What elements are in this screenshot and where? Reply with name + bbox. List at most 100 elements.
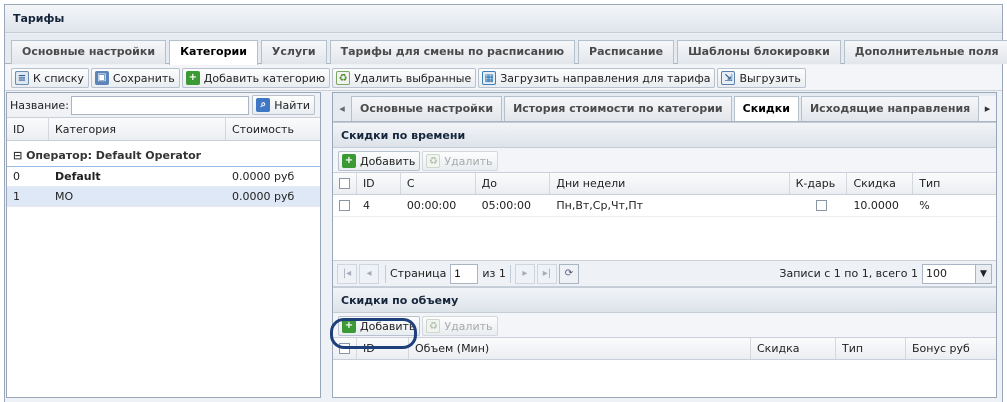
- tab-block-templates[interactable]: Шаблоны блокировки: [677, 40, 841, 64]
- table-row[interactable]: 0 Default 0.0000 руб: [7, 167, 320, 187]
- main-tabbar: Основные настройки Категории Услуги Тарифы …: [5, 34, 1007, 65]
- volume-discounts-header: ID Объем (Мин) Скидка Тип Бонус руб: [333, 338, 996, 360]
- cell-to: 05:00:00: [481, 199, 531, 212]
- time-discounts-header: ID С До Дни недели К-дарь Скидка Тип: [333, 173, 996, 195]
- cell-id: 4: [362, 199, 370, 212]
- plus-icon: +: [185, 71, 200, 85]
- tab-categories[interactable]: Категории: [169, 40, 258, 65]
- column-header-discount[interactable]: Скидка: [847, 173, 914, 194]
- column-header-type[interactable]: Тип: [836, 338, 906, 359]
- tab-services[interactable]: Услуги: [260, 40, 327, 64]
- tab-cost-history[interactable]: История стоимости по категории: [504, 96, 732, 121]
- column-header-discount[interactable]: Скидка: [751, 338, 836, 359]
- back-to-list-button[interactable]: ≡ К списку: [11, 68, 89, 88]
- window-title: Тарифы: [5, 5, 1002, 33]
- refresh-icon[interactable]: ⟳: [558, 263, 579, 284]
- page-size-select[interactable]: 100 ▼: [922, 263, 992, 284]
- detail-tabbar: ◂ Основные настройки История стоимости по …: [333, 93, 996, 122]
- column-header-from[interactable]: С: [401, 173, 476, 194]
- load-directions-button[interactable]: ▦ Загрузить направления для тарифа: [478, 68, 716, 88]
- tab-extra-fields[interactable]: Дополнительные поля: [843, 40, 1007, 64]
- recycle-icon: ♻: [426, 319, 441, 333]
- category-grid-header: ID Категория Стоимость: [7, 118, 320, 141]
- last-page-icon[interactable]: ▸|: [536, 263, 557, 284]
- page-number-input[interactable]: [450, 263, 479, 284]
- search-icon: ⌕: [256, 98, 271, 112]
- page-label: Страница: [390, 267, 447, 280]
- search-input[interactable]: [70, 95, 250, 115]
- save-icon: ▣: [94, 71, 109, 85]
- column-header-cost[interactable]: Стоимость: [226, 118, 320, 140]
- volume-discounts-title: Скидки по объему: [333, 287, 996, 313]
- select-all-checkbox[interactable]: [333, 173, 357, 194]
- table-row[interactable]: 1 МО 0.0000 руб: [7, 187, 320, 207]
- column-header-weekdays[interactable]: Дни недели: [550, 173, 790, 194]
- calendar-checkbox[interactable]: [790, 195, 848, 216]
- chevron-down-icon[interactable]: ▼: [975, 264, 991, 283]
- time-discounts-empty-area: [333, 217, 996, 260]
- find-button[interactable]: ⌕ Найти: [252, 95, 315, 115]
- first-page-icon[interactable]: |◂: [337, 263, 357, 284]
- page-count-label: из 1: [482, 267, 506, 280]
- load-directions-label: Загрузить направления для тарифа: [500, 71, 711, 85]
- cell-weekdays: Пн,Вт,Ср,Чт,Пт: [556, 199, 644, 212]
- page-size-value: 100: [926, 267, 947, 280]
- recycle-icon: ♻: [426, 154, 441, 168]
- tab-detail-basic[interactable]: Основные настройки: [351, 96, 503, 121]
- column-header-bonus[interactable]: Бонус руб: [906, 338, 996, 359]
- tab-discounts[interactable]: Скидки: [733, 96, 799, 121]
- operator-group-header[interactable]: ⊟ Оператор: Default Operator: [7, 141, 320, 167]
- tab-scroll-right-icon[interactable]: ▸: [978, 96, 996, 121]
- recycle-icon: ♻: [336, 71, 351, 85]
- tab-schedule[interactable]: Расписание: [578, 40, 675, 64]
- table-icon: ▦: [482, 71, 497, 85]
- group-label: Оператор: Default Operator: [26, 149, 202, 162]
- collapse-icon[interactable]: ⊟: [13, 149, 22, 162]
- pager-separator: [509, 264, 511, 283]
- delete-selected-button[interactable]: ♻ Удалить выбранные: [332, 68, 477, 88]
- column-header-category[interactable]: Категория: [49, 118, 226, 140]
- cell-type: %: [919, 199, 930, 212]
- cell-discount: 10.0000: [853, 199, 899, 212]
- volume-discounts-toolbar: + Добавить ♻ Удалить: [333, 313, 996, 338]
- column-header-volume[interactable]: Объем (Мин): [409, 338, 751, 359]
- save-button[interactable]: ▣ Сохранить: [90, 68, 180, 88]
- next-page-icon[interactable]: ▸: [514, 263, 535, 284]
- column-header-type[interactable]: Тип: [913, 173, 996, 194]
- prev-page-icon[interactable]: ◂: [359, 263, 379, 284]
- cell-cost: 0.0000 руб: [232, 170, 295, 183]
- back-to-list-label: К списку: [33, 71, 84, 85]
- delete-label: Удалить: [444, 154, 493, 168]
- column-header-to[interactable]: До: [476, 173, 551, 194]
- pager-separator: [385, 264, 386, 283]
- delete-selected-label: Удалить выбранные: [354, 71, 472, 85]
- category-list-panel: Название: ⌕ Найти ID Категория Стоимость …: [6, 92, 321, 398]
- export-button[interactable]: ⇲ Выгрузить: [717, 68, 806, 88]
- add-button-highlight: [330, 318, 417, 349]
- table-row[interactable]: 4 00:00:00 05:00:00 Пн,Вт,Ср,Чт,Пт 10.00…: [333, 195, 996, 217]
- time-discounts-pager: |◂ ◂ Страница из 1 ▸ ▸| ⟳ Записи с 1 по …: [333, 260, 996, 287]
- tab-schedule-tariffs[interactable]: Тарифы для смены по расписанию: [329, 40, 576, 64]
- time-discounts-toolbar: + Добавить ♻ Удалить: [333, 148, 996, 173]
- cell-id: 1: [13, 190, 20, 203]
- delete-time-discount-button[interactable]: ♻ Удалить: [422, 151, 498, 171]
- row-checkbox[interactable]: [333, 195, 357, 216]
- delete-volume-discount-button[interactable]: ♻ Удалить: [422, 316, 498, 336]
- add-time-discount-button[interactable]: + Добавить: [338, 151, 421, 171]
- column-header-id[interactable]: ID: [357, 173, 401, 194]
- list-icon: ≡: [15, 71, 29, 85]
- add-category-button[interactable]: + Добавить категорию: [181, 68, 331, 88]
- column-header-calendar[interactable]: К-дарь: [790, 173, 848, 194]
- column-header-id[interactable]: ID: [7, 118, 49, 140]
- find-label: Найти: [274, 98, 310, 112]
- records-info: Записи с 1 по 1, всего 1: [779, 267, 918, 280]
- tab-basic-settings[interactable]: Основные настройки: [11, 40, 167, 64]
- tab-scroll-left-icon[interactable]: ◂: [333, 96, 351, 121]
- save-label: Сохранить: [112, 71, 175, 85]
- delete-label: Удалить: [444, 319, 493, 333]
- export-icon: ⇲: [721, 71, 736, 85]
- cell-cost: 0.0000 руб: [232, 190, 295, 203]
- export-label: Выгрузить: [739, 71, 801, 85]
- tab-outgoing-directions[interactable]: Исходящие направления: [800, 96, 980, 121]
- cell-category: МО: [55, 190, 74, 203]
